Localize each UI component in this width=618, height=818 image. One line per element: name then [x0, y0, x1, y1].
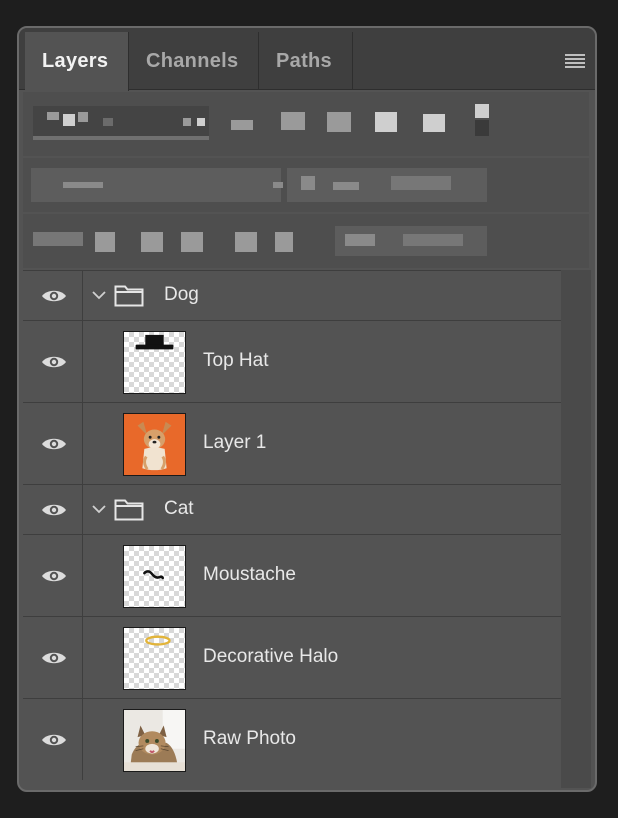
layers-panel: Layers Channels Paths Dog Top Hat Layer …: [17, 26, 597, 792]
filter-toggle-icon[interactable]: [475, 104, 489, 118]
layer-decorative-halo[interactable]: Decorative Halo: [23, 616, 561, 698]
panel-menu-icon[interactable]: [565, 54, 585, 68]
layer-name: Top Hat: [203, 350, 269, 371]
eye-icon[interactable]: [41, 436, 67, 452]
layer-group-cat[interactable]: Cat: [23, 484, 561, 534]
blend-opacity-toolbar: [23, 158, 589, 212]
layer-layer-1[interactable]: Layer 1: [23, 402, 561, 484]
filter-kind-icon: [47, 112, 59, 120]
tab-paths[interactable]: Paths: [259, 32, 353, 90]
filter-kind-icon-5: [183, 118, 191, 126]
layer-name: Dog: [164, 284, 199, 305]
blend-mode-label: [63, 182, 103, 188]
layer-list: Dog Top Hat Layer 1 Cat Moustache Decora…: [23, 270, 561, 780]
opacity-label: [301, 176, 315, 190]
layer-name: Raw Photo: [203, 728, 296, 749]
layer-thumbnail[interactable]: [123, 627, 186, 690]
visibility-cell[interactable]: [23, 699, 83, 780]
filter-kind-icon-6: [197, 118, 205, 126]
filter-kind-icon-4: [103, 118, 113, 126]
filter-smart-object-icon[interactable]: [423, 114, 445, 132]
layer-name: Decorative Halo: [203, 646, 339, 667]
filter-type-icon[interactable]: [327, 112, 351, 132]
lock-transparent-icon[interactable]: [95, 232, 115, 252]
opacity-value: [391, 176, 451, 190]
opacity-field[interactable]: [287, 168, 487, 202]
layer-group-dog[interactable]: Dog: [23, 270, 561, 320]
opacity-label-2: [333, 182, 359, 190]
layer-thumbnail[interactable]: [123, 413, 186, 476]
eye-icon[interactable]: [41, 732, 67, 748]
chevron-down-icon[interactable]: [91, 287, 107, 303]
visibility-cell[interactable]: [23, 617, 83, 698]
tab-channels[interactable]: Channels: [129, 32, 259, 90]
eye-icon[interactable]: [41, 288, 67, 304]
cat-photo-icon: [124, 710, 185, 771]
filter-pixel-icon[interactable]: [231, 120, 253, 130]
eye-icon[interactable]: [41, 354, 67, 370]
lock-all-icon[interactable]: [275, 232, 293, 252]
visibility-cell[interactable]: [23, 485, 83, 534]
eye-icon[interactable]: [41, 650, 67, 666]
layer-name: Cat: [164, 498, 194, 519]
layer-thumbnail[interactable]: [123, 331, 186, 394]
visibility-cell[interactable]: [23, 535, 83, 616]
layers-scrollbar[interactable]: [561, 270, 591, 788]
layer-name: Layer 1: [203, 432, 267, 453]
filter-shape-icon[interactable]: [375, 112, 397, 132]
lock-fill-toolbar: [23, 214, 589, 268]
layer-top-hat[interactable]: Top Hat: [23, 320, 561, 402]
tab-layers[interactable]: Layers: [25, 32, 129, 91]
blend-mode-arrow-icon: [273, 182, 283, 188]
lock-label: [33, 232, 83, 246]
filter-underline: [33, 136, 209, 140]
lock-artboard-icon[interactable]: [235, 232, 257, 252]
filter-kind-icon-2: [63, 114, 75, 126]
layer-name: Moustache: [203, 564, 296, 585]
layer-thumbnail[interactable]: [123, 709, 186, 772]
fill-value: [403, 234, 463, 246]
folder-icon: [114, 499, 144, 521]
visibility-cell[interactable]: [23, 403, 83, 484]
layer-moustache[interactable]: Moustache: [23, 534, 561, 616]
chevron-down-icon[interactable]: [91, 501, 107, 517]
filter-kind-icon-3: [78, 112, 88, 122]
halo-icon: [145, 635, 171, 646]
layer-raw-photo[interactable]: Raw Photo: [23, 698, 561, 780]
visibility-cell[interactable]: [23, 321, 83, 402]
filter-toggle-icon-2: [475, 120, 489, 136]
lock-image-icon[interactable]: [141, 232, 163, 252]
eye-icon[interactable]: [41, 568, 67, 584]
visibility-cell[interactable]: [23, 271, 83, 320]
fill-label: [345, 234, 375, 246]
folder-icon: [114, 285, 144, 307]
dog-photo-icon: [137, 421, 172, 471]
eye-icon[interactable]: [41, 502, 67, 518]
filter-adjustment-icon[interactable]: [281, 112, 305, 130]
moustache-icon: [143, 570, 164, 580]
panel-tab-bar: Layers Channels Paths: [19, 28, 595, 91]
layer-thumbnail[interactable]: [123, 545, 186, 608]
top-hat-icon: [135, 334, 174, 350]
lock-position-icon[interactable]: [181, 232, 203, 252]
layer-filter-toolbar: [23, 92, 589, 156]
